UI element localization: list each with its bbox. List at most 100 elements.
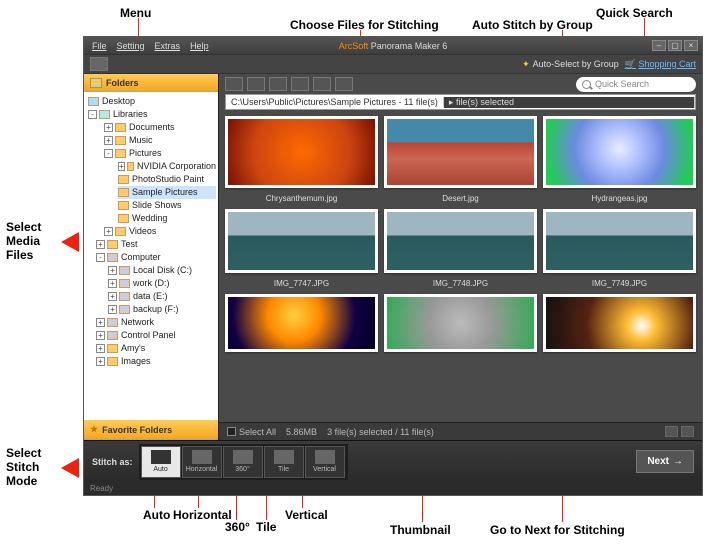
status-size: 5.86MB (286, 427, 317, 437)
tree-workd[interactable]: work (D:) (133, 277, 170, 290)
close-button[interactable]: × (684, 40, 698, 51)
thumb-item[interactable]: Chrysanthemum.jpg (225, 116, 378, 205)
menu-file[interactable]: File (92, 41, 107, 51)
tree-localc[interactable]: Local Disk (C:) (133, 264, 192, 277)
thumb-image (225, 209, 378, 273)
auto-select-checkbox[interactable]: ✦ Auto-Select by Group (522, 59, 619, 70)
favorites-header[interactable]: ★ Favorite Folders (84, 420, 218, 440)
tree-network[interactable]: Network (121, 316, 154, 329)
status-bar: Select All 5.86MB 3 file(s) selected / 1… (219, 422, 702, 440)
anno-tile: Tile (256, 520, 276, 534)
star-icon: ★ (90, 424, 98, 435)
toolbar-icon-3[interactable] (269, 77, 287, 91)
search-input[interactable]: Quick Search (576, 77, 696, 92)
view-grid-icon[interactable] (665, 426, 678, 437)
magic-wand-icon: ✦ (522, 59, 530, 70)
thumbnail-grid: Chrysanthemum.jpg Desert.jpg Hydrangeas.… (219, 110, 702, 422)
tree-amys[interactable]: Amy's (121, 342, 145, 355)
anno-select-media: Select Media Files (6, 220, 41, 262)
menu-help[interactable]: Help (190, 41, 209, 51)
tree-music[interactable]: Music (129, 134, 153, 147)
anno-gonext: Go to Next for Stitching (490, 523, 625, 537)
tree-videos[interactable]: Videos (129, 225, 156, 238)
mode-horizontal[interactable]: Horizontal (182, 446, 222, 478)
folder-tree[interactable]: Desktop -Libraries +Documents +Music -Pi… (84, 92, 218, 420)
thumb-item[interactable]: Hydrangeas.jpg (543, 116, 696, 205)
thumb-image (225, 116, 378, 188)
thumb-image (543, 294, 696, 352)
next-button[interactable]: Next→ (636, 450, 694, 473)
app-title: ArcSoft Panorama Maker 6 (339, 41, 448, 51)
thumb-image (384, 209, 537, 273)
breadcrumb[interactable]: C:\Users\Public\Pictures\Sample Pictures… (225, 94, 696, 110)
thumb-item[interactable]: IMG_7749.JPG (543, 209, 696, 290)
titlebar: File Setting Extras Help ArcSoft Panoram… (84, 37, 702, 54)
line-menu (138, 18, 139, 38)
toolbar-icon-6[interactable] (335, 77, 353, 91)
minimize-button[interactable]: – (652, 40, 666, 51)
tree-desktop[interactable]: Desktop (88, 95, 216, 108)
thumb-item[interactable]: Desert.jpg (384, 116, 537, 205)
tree-backupf[interactable]: backup (F:) (133, 303, 179, 316)
arrow-stitch (61, 458, 79, 478)
shopping-cart-link[interactable]: 🛒 Shopping Cart (625, 59, 696, 70)
tree-libraries[interactable]: Libraries (113, 108, 148, 121)
thumb-item[interactable]: IMG_7748.JPG (384, 209, 537, 290)
search-placeholder: Quick Search (595, 79, 649, 89)
toolbar-icon-2[interactable] (247, 77, 265, 91)
arrow-media (61, 232, 79, 252)
select-all-checkbox[interactable]: Select All (227, 427, 276, 437)
cart-icon: 🛒 (625, 59, 636, 69)
mode-360[interactable]: 360° (223, 446, 263, 478)
maximize-button[interactable]: ▢ (668, 40, 682, 51)
view-list-icon[interactable] (681, 426, 694, 437)
anno-select-stitch: Select Stitch Mode (6, 446, 41, 488)
mode-tile[interactable]: Tile (264, 446, 304, 478)
toolbar-icon-4[interactable] (291, 77, 309, 91)
path-seg-2: ▸ file(s) selected (444, 97, 695, 108)
path-seg-1[interactable]: C:\Users\Public\Pictures\Sample Pictures… (226, 97, 444, 107)
menu-setting[interactable]: Setting (117, 41, 145, 51)
anno-horiz: Horizontal (173, 508, 232, 522)
anno-vert: Vertical (285, 508, 328, 522)
tree-images[interactable]: Images (121, 355, 151, 368)
thumb-caption: IMG_7747.JPG (274, 279, 329, 290)
app-window: File Setting Extras Help ArcSoft Panoram… (83, 36, 703, 496)
tree-nvidia[interactable]: NVIDIA Corporation (137, 160, 216, 173)
main-toolbar: Quick Search (219, 74, 702, 94)
tree-computer[interactable]: Computer (121, 251, 161, 264)
tree-test[interactable]: Test (121, 238, 138, 251)
tree-psp[interactable]: PhotoStudio Paint (132, 173, 204, 186)
thumb-image (225, 294, 378, 352)
mode-vertical[interactable]: Vertical (305, 446, 345, 478)
menu-extras[interactable]: Extras (155, 41, 181, 51)
main-pane: Quick Search C:\Users\Public\Pictures\Sa… (219, 74, 702, 440)
tree-sample[interactable]: Sample Pictures (132, 186, 198, 199)
window-controls: – ▢ × (652, 40, 702, 51)
subbar: ✦ Auto-Select by Group 🛒 Shopping Cart (84, 54, 702, 74)
tree-cpanel[interactable]: Control Panel (121, 329, 176, 342)
tree-slides[interactable]: Slide Shows (132, 199, 182, 212)
thumb-item[interactable] (384, 294, 537, 369)
thumb-item[interactable] (543, 294, 696, 369)
tree-datae[interactable]: data (E:) (133, 290, 168, 303)
toolbar-icon-1[interactable] (225, 77, 243, 91)
mode-auto[interactable]: Auto (141, 446, 181, 478)
thumb-item[interactable]: IMG_7747.JPG (225, 209, 378, 290)
thumb-item[interactable] (225, 294, 378, 369)
tree-wedding[interactable]: Wedding (132, 212, 167, 225)
tree-documents[interactable]: Documents (129, 121, 175, 134)
anno-autostitch: Auto Stitch by Group (472, 18, 593, 32)
tree-pictures[interactable]: Pictures (129, 147, 162, 160)
stitch-bar: Stitch as: Auto Horizontal 360° Tile Ver… (84, 440, 702, 482)
anno-choose: Choose Files for Stitching (290, 18, 439, 32)
thumb-caption: IMG_7748.JPG (433, 279, 488, 290)
view-icon[interactable] (90, 57, 108, 71)
footer-status: Ready (84, 482, 702, 495)
toolbar-icon-5[interactable] (313, 77, 331, 91)
arrow-right-icon: → (673, 456, 683, 467)
thumb-caption: IMG_7749.JPG (592, 279, 647, 290)
status-count: 3 file(s) selected / 11 file(s) (327, 427, 434, 437)
thumb-image (384, 294, 537, 352)
folders-header[interactable]: Folders (84, 74, 218, 92)
